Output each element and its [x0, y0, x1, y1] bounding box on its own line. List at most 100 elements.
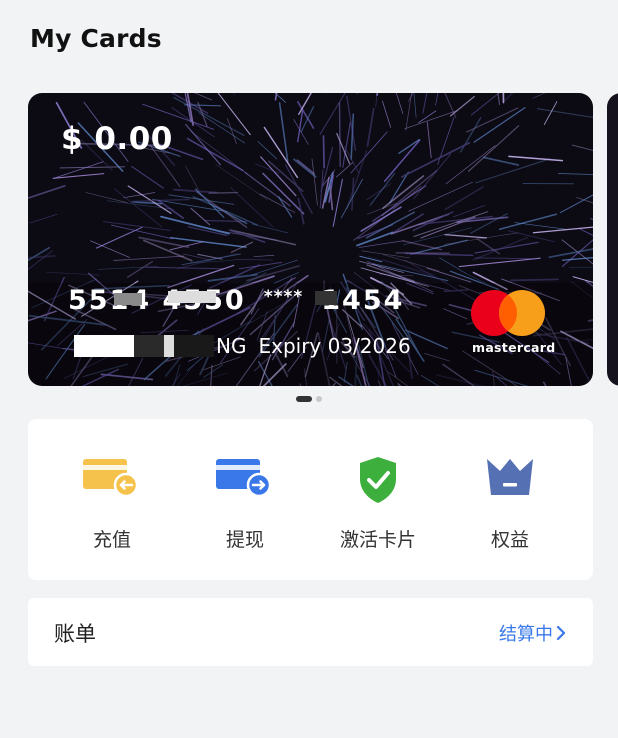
card-art-streak — [322, 135, 325, 169]
card-art-streak — [383, 139, 421, 183]
card-art-streak — [366, 107, 375, 148]
card-art-streak — [230, 241, 254, 253]
card-art-streak — [558, 172, 593, 176]
action-withdraw[interactable]: 提现 — [185, 455, 305, 552]
card-art-streak — [336, 161, 354, 178]
card-art-streak — [59, 166, 126, 169]
card-art-streak — [186, 137, 244, 172]
card-art-streak — [190, 131, 249, 175]
card-art-streak — [319, 93, 346, 135]
card-art-streak — [184, 165, 199, 190]
card-actions-panel: 充值 提现 激活卡片 权益 — [28, 419, 593, 580]
action-activate-card[interactable]: 激活卡片 — [318, 455, 438, 552]
card-art-streak — [452, 205, 485, 218]
crown-icon — [487, 459, 533, 495]
carousel-dot — [316, 396, 322, 402]
card-art-streak — [169, 241, 204, 251]
card-art-streak — [170, 93, 209, 114]
card-art-streak — [507, 230, 555, 243]
card-art-streak — [548, 248, 593, 259]
card-art-streak — [398, 138, 420, 154]
card-holder-row: NG Expiry 03/2026 — [74, 333, 411, 359]
card-art-streak — [382, 100, 392, 128]
card-art-streak — [126, 260, 154, 278]
bill-row[interactable]: 账单 结算中 — [28, 598, 593, 666]
card-art-streak — [532, 93, 546, 99]
bill-status-text: 结算中 — [499, 624, 553, 645]
action-top-up[interactable]: 充值 — [52, 455, 172, 552]
action-activate-card-label: 激活卡片 — [339, 529, 416, 551]
card-art-streak — [253, 255, 275, 257]
card-art-streak — [472, 236, 529, 261]
card-art-streak — [360, 206, 402, 232]
card-art-streak — [217, 93, 251, 136]
redaction-block — [168, 291, 216, 303]
card-art-streak — [114, 188, 163, 228]
card-art-streak — [391, 213, 424, 234]
bill-title: 账单 — [54, 622, 96, 646]
card-art-streak — [475, 257, 536, 260]
card-art-streak — [571, 144, 593, 151]
bank-card[interactable]: $ 0.00 5514 4550 **** 1454 NG Expiry 03/202… — [28, 93, 593, 386]
card-art-streak — [366, 183, 392, 201]
card-art-streak — [576, 197, 593, 204]
card-art-streak — [514, 222, 566, 230]
card-art-streak — [404, 110, 458, 130]
card-art-streak — [503, 93, 514, 102]
card-art-streak — [579, 228, 593, 236]
card-art-streak — [338, 102, 341, 167]
card-art-streak — [45, 271, 101, 276]
card-art-streak — [190, 207, 211, 226]
card-art-streak — [435, 93, 439, 106]
card-art-streak — [254, 163, 280, 174]
next-card-peek[interactable] — [607, 93, 618, 386]
card-art-streak — [444, 186, 484, 211]
card-art-streak — [466, 107, 519, 133]
action-top-up-label: 充值 — [92, 529, 131, 551]
card-art-streak — [470, 93, 500, 116]
card-art-streak — [536, 108, 593, 118]
card-art-streak — [468, 125, 520, 172]
card-art-streak — [510, 278, 559, 282]
card-art-streak — [502, 93, 505, 104]
card-art-streak — [422, 93, 428, 114]
card-art-streak — [297, 110, 304, 143]
holder-name-redaction — [74, 335, 214, 357]
card-art-streak — [443, 232, 519, 245]
redaction-block — [114, 293, 142, 305]
card-art-streak — [449, 95, 475, 117]
card-art-streak — [157, 199, 185, 219]
card-expiry: Expiry 03/2026 — [258, 334, 411, 358]
bill-status-link[interactable]: 结算中 — [499, 620, 567, 646]
card-art-streak — [113, 255, 185, 261]
card-art-streak — [381, 169, 438, 217]
card-art-streak — [426, 121, 432, 159]
card-art-streak — [97, 266, 159, 270]
card-art-streak — [426, 267, 472, 283]
card-art-streak — [340, 178, 363, 219]
card-art-streak — [329, 184, 334, 211]
card-art-streak — [407, 93, 414, 103]
card-art-streak — [262, 172, 305, 215]
card-art-streak — [274, 93, 286, 103]
action-benefits[interactable]: 权益 — [450, 455, 570, 552]
card-art-streak — [198, 112, 245, 144]
card-art-streak — [561, 256, 593, 261]
card-art-streak — [475, 158, 551, 184]
card-art-streak — [543, 101, 558, 126]
top-up-card-icon — [83, 459, 139, 498]
card-art-streak — [376, 93, 379, 96]
card-art-streak — [405, 93, 413, 131]
action-withdraw-label: 提现 — [225, 529, 264, 551]
card-art-streak — [145, 266, 225, 270]
card-art-streak — [332, 178, 343, 227]
card-art-streak — [400, 187, 424, 203]
card-art-streak — [233, 258, 274, 261]
card-art-streak — [219, 230, 278, 241]
card-art-streak — [29, 213, 58, 224]
card-art-streak — [132, 201, 163, 205]
mastercard-wordmark: mastercard — [472, 340, 556, 355]
card-number-mask: **** — [263, 287, 304, 307]
action-benefits-label: 权益 — [490, 529, 529, 551]
card-art-streak — [160, 215, 230, 235]
